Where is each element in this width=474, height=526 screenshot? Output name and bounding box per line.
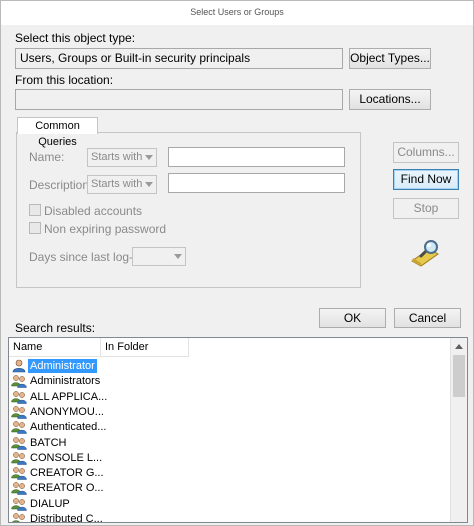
result-row[interactable]: Administrator [11,359,97,374]
scroll-thumb[interactable] [453,355,465,397]
group-icon [11,405,27,419]
chevron-down-icon [145,182,153,187]
result-row[interactable]: CREATOR O... [11,481,106,496]
disabled-accounts-checkbox[interactable] [29,204,41,216]
scroll-up-arrow-icon[interactable] [451,338,467,355]
group-icon [11,436,27,450]
name-input[interactable] [168,147,345,167]
column-header-in-folder[interactable]: In Folder [101,338,189,357]
ok-button[interactable]: OK [319,308,386,328]
name-label: Name: [29,150,65,164]
group-icon [11,374,27,389]
vertical-scrollbar[interactable] [450,338,467,522]
result-row-name: Distributed C... [30,513,103,523]
disabled-accounts-label: Disabled accounts [44,204,143,218]
description-match-dropdown[interactable]: Starts with [87,175,157,194]
result-row[interactable]: CONSOLE L... [11,451,104,466]
object-type-label: Select this object type: [15,31,136,45]
result-row[interactable]: BATCH [11,436,68,451]
non-expiring-password-checkbox[interactable] [29,222,41,234]
result-row-name: DIALUP [30,497,70,510]
user-icon [11,359,27,373]
group-icon [11,451,27,465]
result-row[interactable]: Administrators [11,374,102,389]
location-label: From this location: [15,73,114,87]
column-header-name[interactable]: Name [9,338,101,357]
group-icon [11,512,27,522]
result-row[interactable]: DIALUP [11,497,72,512]
group-icon [11,420,27,434]
days-since-logon-dropdown[interactable] [132,247,186,266]
group-icon [11,466,27,480]
result-row[interactable]: ALL APPLICA... [11,390,109,405]
chevron-down-icon [174,254,182,259]
search-results-list[interactable]: Name In Folder Administrator Administrato… [8,337,468,523]
location-field [15,89,343,110]
description-match-value: Starts with [91,178,143,190]
chevron-down-icon [145,155,153,160]
non-expiring-password-label: Non expiring password [44,222,167,236]
result-row[interactable]: ANONYMOU... [11,405,106,420]
group-icon [11,481,27,496]
result-row-name: Administrator [28,359,97,373]
description-input[interactable] [168,173,345,193]
group-icon [11,390,27,404]
search-results-label: Search results: [15,321,96,335]
dialog-window: Select Users or Groups Select this objec… [0,0,474,526]
result-row-name: BATCH [30,436,67,449]
result-row-name: CREATOR G... [30,467,104,480]
result-row-name: CONSOLE L... [30,451,103,464]
result-row-name: Administrators [30,375,101,388]
tab-common-queries[interactable]: Common Queries [17,117,98,148]
result-row-name: Authenticated... [30,421,107,434]
result-row-name: CREATOR O... [30,482,104,495]
columns-button[interactable]: Columns... [393,142,459,163]
description-label: Description: [29,178,93,192]
group-icon [11,497,27,511]
result-row[interactable]: Distributed C... [11,512,105,523]
cancel-button[interactable]: Cancel [394,308,461,328]
window-title: Select Users or Groups [1,1,473,25]
result-row-name: ANONYMOU... [30,405,104,418]
result-row[interactable]: Authenticated... [11,420,108,435]
result-row-name: ALL APPLICA... [30,390,108,403]
locations-button[interactable]: Locations... [349,89,431,110]
result-row[interactable]: CREATOR G... [11,466,106,481]
object-types-button[interactable]: Object Types... [349,48,431,69]
name-match-dropdown[interactable]: Starts with [87,148,157,167]
name-match-value: Starts with [91,151,143,163]
search-magnifier-icon [409,239,441,267]
object-type-field: Users, Groups or Built-in security princ… [15,48,343,69]
stop-button[interactable]: Stop [393,198,459,219]
find-now-button[interactable]: Find Now [393,169,459,190]
